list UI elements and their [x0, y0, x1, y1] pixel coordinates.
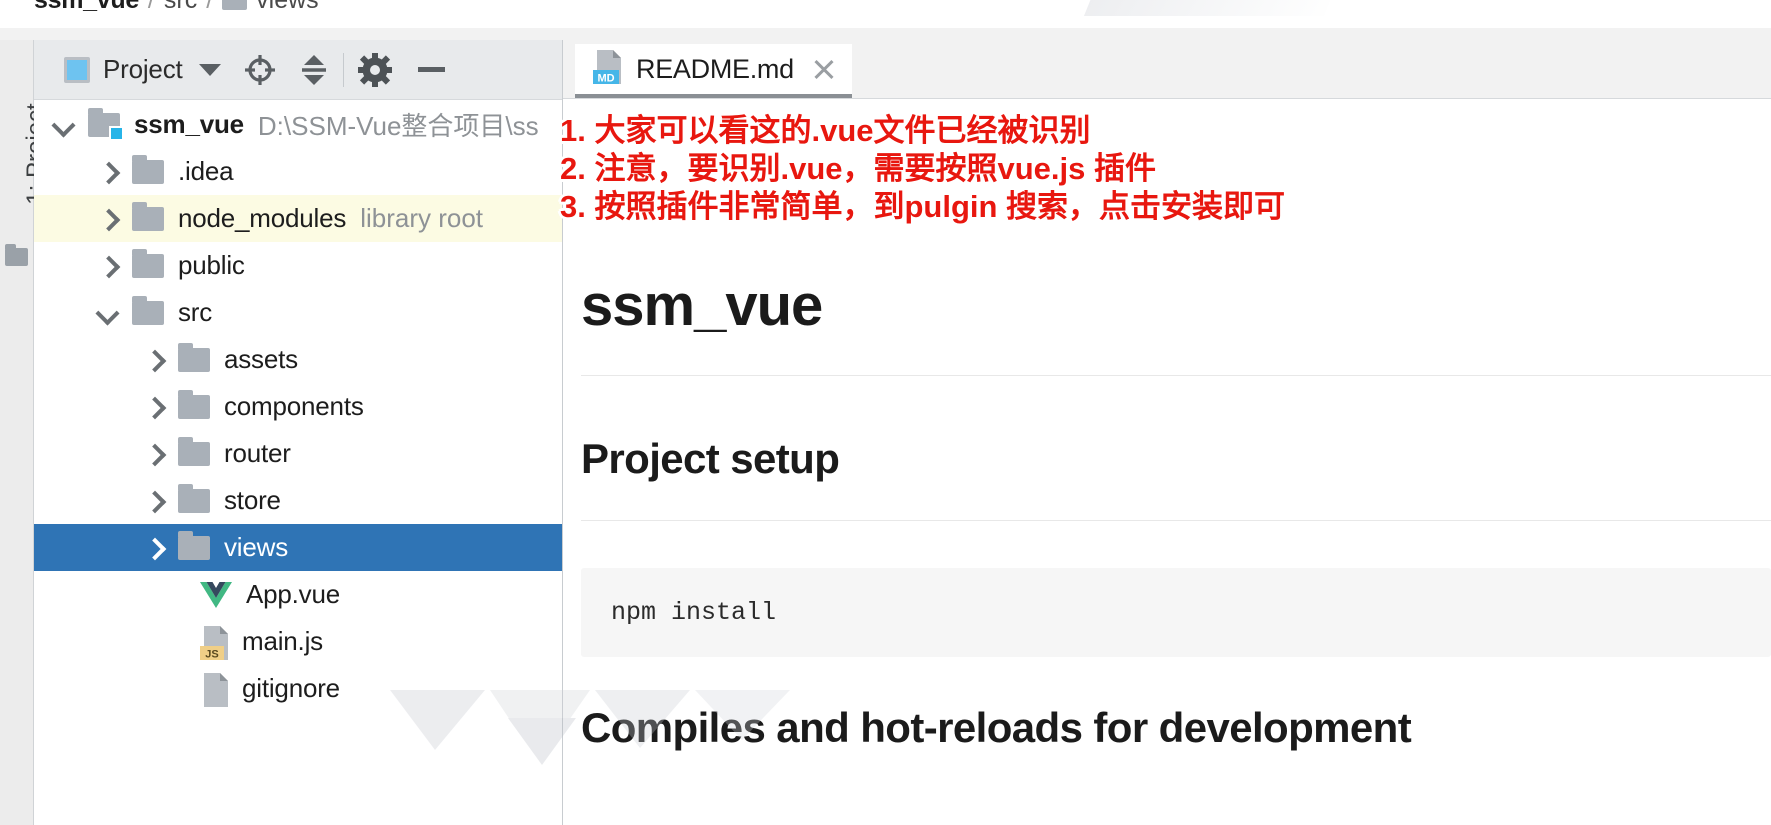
- tree-item-label: router: [224, 438, 291, 468]
- folder-icon: [178, 483, 210, 513]
- project-view-icon: [64, 56, 90, 83]
- breadcrumb-strip: ssm_vue / src / views: [0, 0, 1771, 28]
- tree-row[interactable]: src: [34, 289, 562, 336]
- tab-label: README.md: [636, 53, 794, 84]
- breadcrumb-separator: /: [206, 0, 214, 14]
- tree-row[interactable]: router: [34, 430, 562, 477]
- preview-code-block: npm install: [581, 568, 1771, 657]
- tree-row[interactable]: ssm_vue D:\SSM-Vue整合项目\ss: [34, 101, 562, 148]
- folder-icon: [132, 295, 164, 325]
- tree-item-label: main.js: [242, 626, 323, 656]
- preview-heading-project-setup: Project setup: [581, 435, 840, 482]
- breadcrumb-item-src[interactable]: src: [164, 0, 197, 15]
- tree-row[interactable]: assets: [34, 336, 562, 383]
- chevron-right-icon[interactable]: [142, 349, 164, 371]
- minimize-icon[interactable]: [417, 67, 445, 72]
- tree-item-label: ssm_vue: [134, 109, 244, 139]
- chevron-right-icon[interactable]: [142, 396, 164, 418]
- tree-row[interactable]: JS main.js: [34, 618, 562, 665]
- project-tool-window: Project ssm_vue D:\SSM-Vue整合项目\ss .idea …: [34, 40, 563, 825]
- horizontal-rule: [581, 520, 1771, 521]
- collapse-all-icon[interactable]: [299, 53, 329, 87]
- folder-icon: [178, 436, 210, 466]
- folder-icon: [178, 389, 210, 419]
- breadcrumb-separator: /: [147, 0, 155, 14]
- project-toolbar: Project: [34, 40, 562, 100]
- editor-tab-bar: MD README.md: [563, 40, 1771, 99]
- gear-icon[interactable]: [357, 52, 392, 87]
- chevron-down-icon[interactable]: [198, 63, 221, 76]
- tree-item-label: gitignore: [242, 673, 340, 703]
- chevron-down-icon[interactable]: [96, 302, 118, 324]
- tree-row[interactable]: components: [34, 383, 562, 430]
- folder-icon: [132, 154, 164, 184]
- preview-heading-compiles: Compiles and hot-reloads for development: [581, 704, 1412, 751]
- editor-area: MD README.md ssm_vue Project setup npm i…: [563, 40, 1771, 825]
- folder-icon: [132, 201, 164, 231]
- toolbar-divider: [342, 52, 344, 87]
- project-toolbar-title: Project: [103, 54, 183, 84]
- tree-item-label: node_modules: [178, 203, 347, 233]
- tree-item-label: store: [224, 485, 281, 515]
- markdown-file-icon: MD: [593, 49, 623, 89]
- tree-item-hint: D:\SSM-Vue整合项目\ss: [257, 111, 539, 141]
- preview-heading-1: ssm_vue: [581, 273, 823, 338]
- tree-row[interactable]: .idea: [34, 148, 562, 195]
- left-tool-strip: 1: Project: [0, 40, 49, 825]
- file-icon: [200, 672, 228, 707]
- chevron-right-icon[interactable]: [96, 208, 118, 230]
- markdown-preview: ssm_vue Project setup npm install Compil…: [563, 99, 1771, 825]
- chevron-right-icon[interactable]: [142, 443, 164, 465]
- chevron-right-icon[interactable]: [142, 490, 164, 512]
- crosshair-target-icon[interactable]: [243, 53, 277, 87]
- chevron-right-icon[interactable]: [142, 537, 164, 559]
- tree-row[interactable]: node_modules library root: [34, 195, 562, 242]
- tree-row[interactable]: store: [34, 477, 562, 524]
- tree-item-label: src: [178, 297, 213, 327]
- svg-text:JS: JS: [205, 648, 218, 660]
- tree-item-label: public: [178, 250, 245, 280]
- tab-readme-md[interactable]: MD README.md: [575, 44, 852, 98]
- tree-row[interactable]: public: [34, 242, 562, 289]
- folder-module-icon: [88, 107, 124, 141]
- chevron-right-icon[interactable]: [96, 255, 118, 277]
- close-icon[interactable]: [812, 57, 836, 81]
- ide-window: ssm_vue / src / views 1: Project Project: [0, 0, 1771, 825]
- chevron-down-icon[interactable]: [52, 114, 74, 136]
- tree-item-label: App.vue: [246, 579, 341, 609]
- chevron-right-icon[interactable]: [96, 161, 118, 183]
- tree-item-label: components: [224, 391, 364, 421]
- breadcrumb[interactable]: ssm_vue / src / views: [34, 0, 319, 15]
- tree-item-hint: library root: [360, 203, 484, 233]
- svg-text:MD: MD: [597, 72, 614, 84]
- folder-icon: [222, 0, 248, 10]
- breadcrumb-item-views[interactable]: views: [256, 0, 319, 15]
- folder-icon: [132, 248, 164, 278]
- tree-item-label: assets: [224, 344, 298, 374]
- breadcrumb-item-ssm_vue[interactable]: ssm_vue: [34, 0, 139, 15]
- folder-icon: [178, 530, 210, 560]
- tree-row[interactable]: App.vue: [34, 571, 562, 618]
- tree-item-label: views: [224, 532, 289, 562]
- vue-file-icon: [200, 581, 232, 608]
- js-file-icon: JS: [200, 625, 228, 660]
- tree-row[interactable]: gitignore: [34, 665, 562, 712]
- folder-icon: [178, 342, 210, 372]
- tree-item-label: .idea: [178, 156, 234, 186]
- tree-row-selected-views[interactable]: views: [34, 524, 562, 571]
- project-tree: ssm_vue D:\SSM-Vue整合项目\ss .idea node_mod…: [34, 101, 562, 825]
- folder-icon: [5, 244, 28, 266]
